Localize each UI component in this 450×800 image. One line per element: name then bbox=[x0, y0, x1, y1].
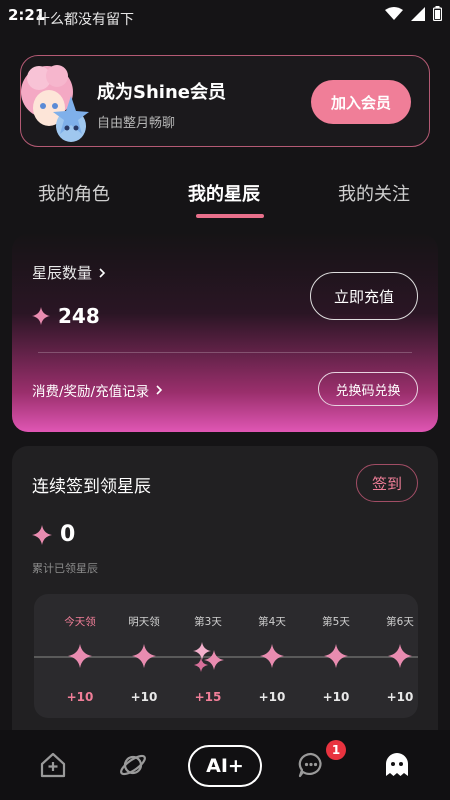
card-divider bbox=[38, 352, 412, 353]
planet-icon bbox=[120, 754, 146, 776]
signal-icon bbox=[411, 6, 425, 21]
day-reward: +10 bbox=[258, 690, 286, 704]
day-item: 第6天 +10 bbox=[370, 594, 418, 718]
tab-my-follows[interactable]: 我的关注 bbox=[338, 180, 410, 206]
day-label: 明天领 bbox=[128, 616, 160, 628]
tab-my-stars[interactable]: 我的星辰 bbox=[188, 180, 260, 206]
vip-title: 成为Shine会员 bbox=[97, 82, 226, 103]
vip-character-avatar bbox=[21, 65, 89, 142]
day-label: 第6天 bbox=[386, 616, 414, 628]
redeem-code-button[interactable]: 兑换码兑换 bbox=[318, 372, 418, 406]
profile-tabs: 我的角色 我的星辰 我的关注 bbox=[0, 172, 450, 224]
nav-profile[interactable] bbox=[380, 748, 414, 782]
message-badge: 1 bbox=[326, 740, 346, 760]
join-membership-button[interactable]: 加入会员 bbox=[311, 80, 411, 124]
day-item: 第3天 +15 bbox=[178, 594, 238, 718]
wifi-icon bbox=[385, 6, 403, 20]
checkin-title: 连续签到领星辰 bbox=[32, 477, 151, 497]
records-link[interactable]: 消费/奖励/充值记录 bbox=[32, 380, 163, 400]
nav-messages[interactable] bbox=[294, 748, 328, 782]
star-gem-icon bbox=[32, 307, 50, 325]
day-reward: +15 bbox=[194, 690, 222, 704]
ghost-icon bbox=[386, 753, 408, 776]
chevron-right-icon bbox=[156, 385, 163, 395]
nav-home[interactable] bbox=[36, 748, 70, 782]
star-balance-card: 星辰数量 248 立即充值 消费/奖励/充值记录 兑换码兑换 bbox=[12, 234, 438, 432]
star-gem-icon bbox=[132, 644, 156, 668]
day-label: 今天领 bbox=[64, 616, 96, 628]
day-reward: +10 bbox=[386, 690, 414, 704]
star-gem-icon bbox=[32, 524, 52, 545]
active-tab-indicator bbox=[196, 214, 264, 218]
star-gem-icon bbox=[260, 644, 284, 668]
status-bar: 2:21 什么都没有留下 bbox=[0, 0, 450, 34]
chat-icon bbox=[298, 752, 322, 778]
checkin-count-value: 0 bbox=[60, 522, 76, 547]
star-cluster-icon bbox=[193, 642, 224, 672]
records-label: 消费/奖励/充值记录 bbox=[32, 384, 150, 400]
day-item: 今天领 +10 bbox=[50, 594, 110, 718]
toast-message: 什么都没有留下 bbox=[36, 12, 134, 28]
checkin-count-row: 0 bbox=[32, 522, 75, 547]
battery-icon bbox=[433, 6, 442, 21]
day-label: 第4天 bbox=[258, 616, 286, 628]
nav-ai-button[interactable]: AI+ bbox=[188, 745, 262, 787]
day-item: 第4天 +10 bbox=[242, 594, 302, 718]
tab-my-characters[interactable]: 我的角色 bbox=[38, 180, 110, 206]
day-reward: +10 bbox=[130, 690, 158, 704]
star-count-link[interactable]: 星辰数量 bbox=[32, 262, 106, 283]
checkin-button[interactable]: 签到 bbox=[356, 464, 418, 502]
star-count-label: 星辰数量 bbox=[32, 264, 93, 282]
checkin-days-panel: 今天领 +10 明天领 +10 第3天 +15 第4天 +10 第5天 +10 … bbox=[34, 594, 418, 718]
star-count-value: 248 bbox=[58, 304, 100, 328]
vip-banner[interactable]: 成为Shine会员 自由整月畅聊 加入会员 bbox=[20, 55, 430, 147]
chevron-right-icon bbox=[99, 267, 106, 278]
checkin-card: 连续签到领星辰 签到 0 累计已领星辰 今天领 +10 明天领 +10 第3天 … bbox=[12, 446, 438, 746]
star-gem-icon bbox=[68, 644, 92, 668]
day-label: 第5天 bbox=[322, 616, 350, 628]
day-reward: +10 bbox=[322, 690, 350, 704]
home-add-icon bbox=[40, 752, 66, 778]
bottom-nav: AI+ 1 bbox=[0, 730, 450, 800]
star-gem-icon bbox=[388, 644, 412, 668]
day-item: 明天领 +10 bbox=[114, 594, 174, 718]
nav-discover[interactable] bbox=[116, 748, 150, 782]
checkin-caption: 累计已领星辰 bbox=[32, 562, 98, 575]
status-icons bbox=[385, 6, 442, 21]
day-label: 第3天 bbox=[194, 616, 222, 628]
day-reward: +10 bbox=[66, 690, 94, 704]
star-gem-icon bbox=[324, 644, 348, 668]
star-count-row: 248 bbox=[32, 304, 100, 328]
day-item: 第5天 +10 bbox=[306, 594, 366, 718]
recharge-button[interactable]: 立即充值 bbox=[310, 272, 418, 320]
vip-subtitle: 自由整月畅聊 bbox=[97, 116, 176, 131]
